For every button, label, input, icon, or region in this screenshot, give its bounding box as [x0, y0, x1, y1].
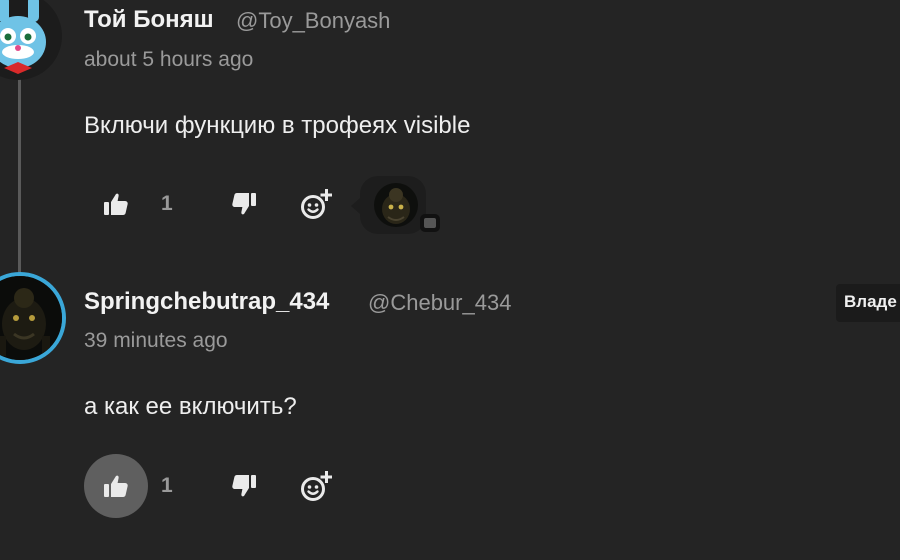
- comment-author-handle[interactable]: @Toy_Bonyash: [236, 8, 390, 34]
- user-avatar[interactable]: [0, 272, 66, 364]
- comment-timestamp: 39 minutes ago: [84, 329, 228, 352]
- reaction-chat-badge: [420, 214, 440, 232]
- comment-author-name[interactable]: Springchebutrap_434: [84, 288, 329, 316]
- thumbs-down-icon: [232, 475, 256, 497]
- like-button-active[interactable]: [84, 454, 148, 518]
- like-count: 1: [161, 192, 173, 215]
- add-reaction-icon: [301, 189, 332, 219]
- reaction-avatar-icon[interactable]: [374, 183, 418, 227]
- user-avatar[interactable]: [0, 0, 62, 80]
- thumbs-down-icon: [232, 193, 256, 215]
- dislike-button[interactable]: [220, 176, 268, 232]
- comment-author-name[interactable]: Той Боняш: [84, 6, 214, 34]
- comment-timestamp: about 5 hours ago: [84, 48, 254, 71]
- thread-connector-line: [18, 70, 21, 280]
- add-reaction-button[interactable]: [290, 176, 342, 232]
- thumbs-up-icon: [104, 193, 128, 215]
- like-count: 1: [161, 474, 173, 497]
- comment-text: Включи функцию в трофеях visible: [84, 112, 471, 139]
- thumbs-up-icon: [104, 475, 128, 497]
- comment-author-handle[interactable]: @Chebur_434: [368, 290, 511, 316]
- add-reaction-icon: [301, 471, 332, 501]
- like-button[interactable]: [90, 176, 142, 232]
- dislike-button[interactable]: [220, 458, 268, 514]
- owner-badge: Владе: [836, 284, 900, 322]
- comment-text: а как ее включить?: [84, 393, 297, 420]
- add-reaction-button[interactable]: [290, 458, 342, 514]
